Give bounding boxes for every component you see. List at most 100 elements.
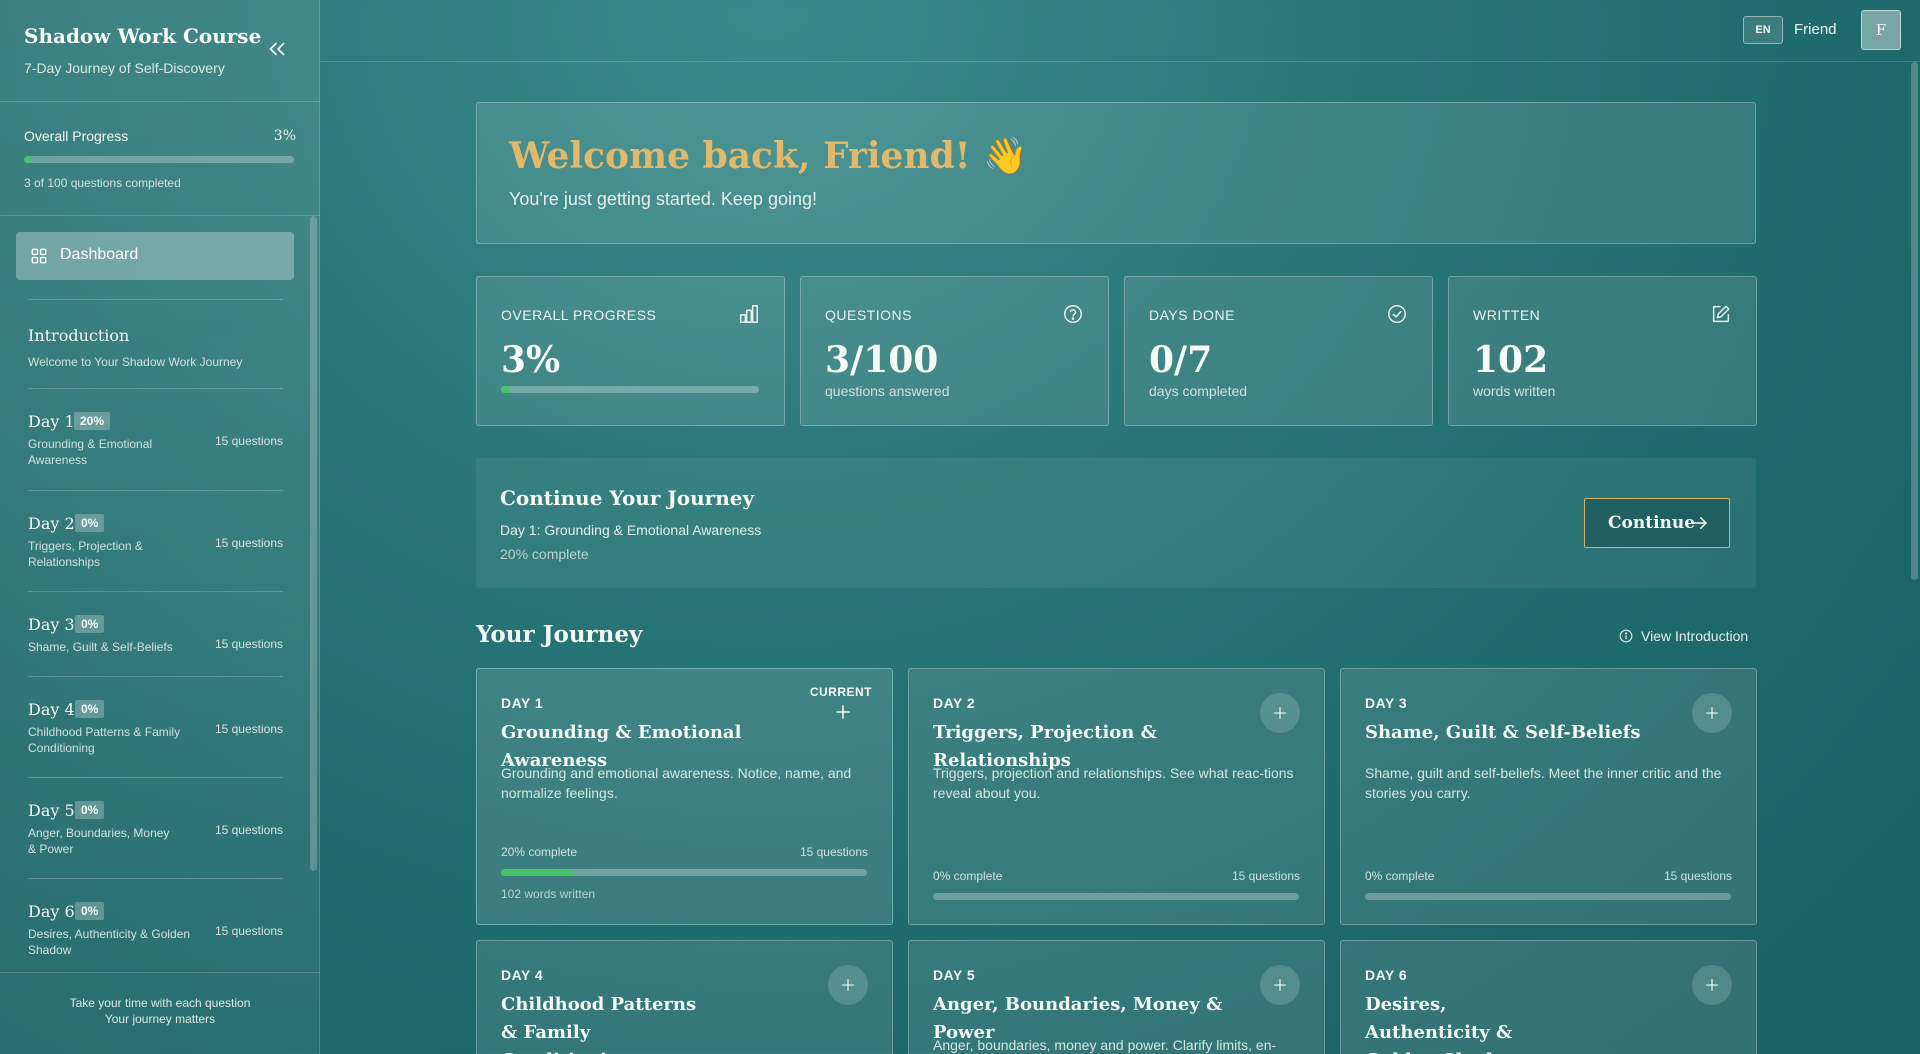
day-question-count: 15 questions	[214, 823, 283, 837]
stat-label: OVERALL PROGRESS	[501, 307, 657, 323]
divider	[28, 591, 283, 592]
day-card-progress-bar	[501, 869, 867, 876]
day-name: Day 1	[28, 412, 75, 431]
expand-day-button[interactable]	[1260, 965, 1300, 1005]
day-description: Triggers, Projection & Relationships	[28, 539, 143, 569]
sidebar-item-subtitle: Welcome to Your Shadow Work Journey	[28, 355, 243, 369]
day-question-count: 15 questions	[214, 536, 283, 550]
plus-icon[interactable]	[834, 703, 852, 721]
day-card-title: Childhood Patterns & Family Conditioning	[501, 994, 697, 1054]
day-card-5[interactable]: DAY 5 Anger, Boundaries, Money & Power A…	[908, 940, 1325, 1054]
user-name[interactable]: Friend	[1794, 21, 1837, 38]
journey-title: Your Journey	[476, 621, 643, 648]
day-card-label: DAY 4	[501, 967, 544, 983]
day-card-1[interactable]: DAY 1 CURRENT Grounding & Emotional Awar…	[476, 668, 893, 925]
day-card-percent: 0% complete	[933, 869, 1003, 883]
day-card-label: DAY 3	[1365, 695, 1408, 711]
day-card-4[interactable]: DAY 4 Childhood Patterns & Family Condit…	[476, 940, 893, 1054]
day-card-progress-bar	[1365, 893, 1731, 900]
plus-icon	[1706, 707, 1718, 719]
day-question-count: 15 questions	[214, 722, 283, 736]
day-card-percent: 0% complete	[1365, 869, 1435, 883]
footer-line-2: Your journey matters	[104, 1012, 216, 1026]
divider	[28, 878, 283, 879]
bar-chart-icon	[740, 305, 758, 323]
main-scrollbar[interactable]	[1911, 62, 1918, 580]
expand-day-button[interactable]	[828, 965, 868, 1005]
day-card-3[interactable]: DAY 3 Shame, Guilt & Self-Beliefs Shame,…	[1340, 668, 1757, 925]
view-introduction-label: View Introduction	[1641, 628, 1749, 644]
day-description: Desires, Authenticity & Golden Shadow	[28, 927, 191, 957]
day-card-questions: 15 questions	[1231, 869, 1300, 883]
day-description: Childhood Patterns & Family Conditioning	[28, 725, 181, 755]
continue-title: Continue Your Journey	[500, 486, 755, 510]
day-card-description: Shame, guilt and self-beliefs. Meet the …	[1365, 765, 1722, 801]
stat-card-written: WRITTEN 102 words written	[1448, 276, 1757, 426]
day-progress-badge: 0%	[75, 700, 105, 718]
sidebar: Shadow Work Course 7-Day Journey of Self…	[0, 0, 320, 1054]
day-card-words: 102 words written	[501, 887, 596, 901]
stat-label: WRITTEN	[1473, 307, 1541, 323]
plus-icon	[842, 979, 854, 991]
divider	[28, 299, 283, 300]
stat-card-days-done: DAYS DONE 0/7 days completed	[1124, 276, 1433, 426]
divider	[28, 676, 283, 677]
welcome-banner: Welcome back, Friend! 👋 You're just gett…	[476, 102, 1756, 244]
day-card-percent: 20% complete	[501, 845, 578, 859]
day-card-description: Anger, boundaries, money and power. Clar…	[933, 1037, 1277, 1053]
expand-day-button[interactable]	[1692, 693, 1732, 733]
current-badge: CURRENT	[809, 685, 872, 699]
expand-day-button[interactable]	[1260, 693, 1300, 733]
stat-value: 102	[1473, 339, 1549, 381]
continue-button[interactable]: Continue	[1584, 498, 1730, 548]
sidebar-header: Shadow Work Course 7-Day Journey of Self…	[0, 0, 320, 102]
divider	[28, 388, 283, 389]
day-card-questions: 15 questions	[799, 845, 868, 859]
day-card-6[interactable]: DAY 6 Desires, Authenticity & Golden Sha…	[1340, 940, 1757, 1054]
collapse-sidebar-button[interactable]	[264, 36, 290, 62]
stat-card-overall-progress: OVERALL PROGRESS 3%	[476, 276, 785, 426]
sidebar-item-day-4[interactable]: Day 4 0% Childhood Patterns & Family Con…	[28, 700, 283, 784]
language-toggle[interactable]: EN	[1743, 16, 1783, 44]
day-card-progress-bar	[933, 893, 1299, 900]
chevrons-left-icon	[269, 42, 285, 56]
stat-progress-bar	[501, 386, 759, 393]
sidebar-item-day-5[interactable]: Day 5 0% Anger, Boundaries, Money & Powe…	[28, 801, 283, 885]
sidebar-item-day-3[interactable]: Day 3 0% Shame, Guilt & Self-Beliefs 15 …	[28, 615, 283, 699]
day-progress-badge: 0%	[75, 902, 105, 920]
sidebar-item-introduction[interactable]: Introduction Welcome to Your Shadow Work…	[28, 326, 288, 369]
divider	[28, 490, 283, 491]
expand-day-button[interactable]	[1692, 965, 1732, 1005]
day-description: Shame, Guilt & Self-Beliefs	[28, 640, 173, 654]
sidebar-item-day-1[interactable]: Day 1 20% Grounding & Emotional Awarenes…	[28, 412, 283, 496]
footer-line-1: Take your time with each question	[69, 996, 251, 1010]
sidebar-item-day-6[interactable]: Day 6 0% Desires, Authenticity & Golden …	[28, 902, 283, 972]
day-name: Day 5	[28, 801, 75, 820]
help-circle-icon	[1064, 305, 1082, 323]
avatar[interactable]: F	[1861, 10, 1901, 50]
day-card-description: Grounding and emotional awareness. Notic…	[501, 765, 852, 801]
edit-icon	[1712, 305, 1730, 323]
day-card-2[interactable]: DAY 2 Triggers, Projection & Relationshi…	[908, 668, 1325, 925]
sidebar-scrollbar[interactable]	[310, 216, 317, 871]
sidebar-item-label: Dashboard	[60, 246, 139, 263]
day-progress-badge: 0%	[75, 615, 105, 633]
day-card-progress-fill	[501, 869, 575, 876]
course-subtitle: 7-Day Journey of Self-Discovery	[24, 60, 225, 76]
day-card-description: Triggers, projection and relationships. …	[933, 765, 1294, 801]
continue-button-label: Continue	[1608, 513, 1696, 533]
top-bar: EN Friend F	[320, 0, 1920, 62]
day-name: Day 6	[28, 902, 75, 921]
sidebar-item-day-2[interactable]: Day 2 0% Triggers, Projection & Relation…	[28, 514, 283, 598]
check-circle-icon	[1388, 305, 1406, 323]
continue-day: Day 1: Grounding & Emotional Awareness	[500, 522, 762, 538]
stat-label: DAYS DONE	[1149, 307, 1235, 323]
welcome-title: Welcome back, Friend! 👋	[509, 135, 1028, 177]
day-question-count: 15 questions	[214, 637, 283, 651]
stat-label: QUESTIONS	[825, 307, 912, 323]
info-icon	[1619, 629, 1633, 643]
continue-journey-card: Continue Your Journey Day 1: Grounding &…	[476, 458, 1756, 588]
day-name: Day 4	[28, 700, 75, 719]
day-name: Day 3	[28, 615, 75, 634]
sidebar-item-dashboard[interactable]: Dashboard	[16, 232, 294, 280]
